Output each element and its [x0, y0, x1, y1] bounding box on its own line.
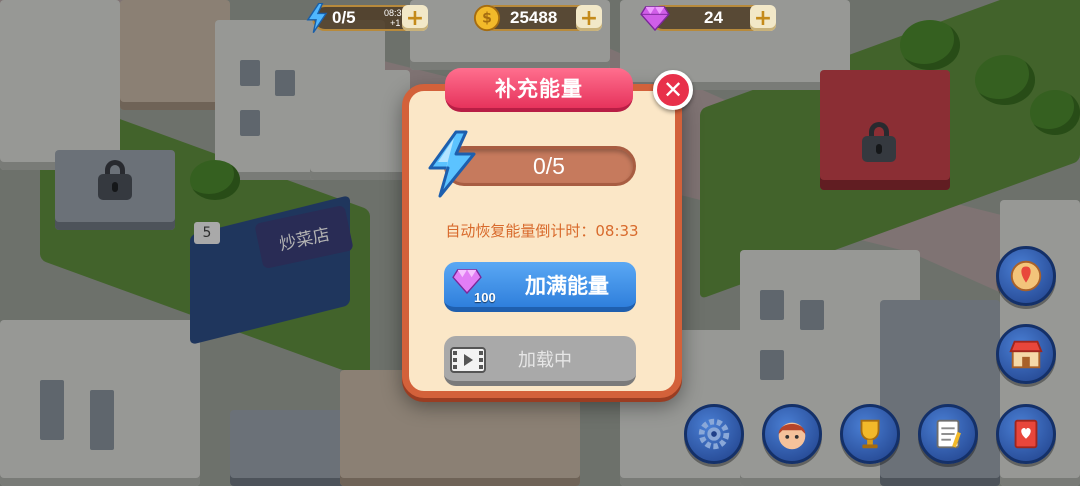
video-icon	[450, 347, 486, 373]
trophy-icon	[860, 419, 880, 449]
gem-counter: 24 +	[640, 5, 776, 31]
countdown-text: 自动恢复能量倒计时：08:33	[445, 222, 639, 240]
lightning-icon	[428, 130, 476, 198]
close-button[interactable]: ✕	[653, 70, 693, 110]
settings-gear-icon	[698, 418, 730, 450]
character-icon	[778, 422, 806, 450]
tasks-button[interactable]	[918, 404, 978, 464]
recipe-book-icon	[1014, 419, 1038, 449]
lightning-icon	[300, 1, 334, 35]
gem-icon	[638, 1, 672, 35]
character-button[interactable]	[762, 404, 822, 464]
coin-counter: $ 25488 +	[473, 4, 602, 32]
gem-cost-value: 100	[474, 290, 496, 305]
gem-value: 24	[704, 8, 723, 27]
shop-button[interactable]	[996, 324, 1056, 384]
add-energy-button[interactable]: +	[402, 5, 428, 31]
add-coins-button[interactable]: +	[576, 5, 602, 31]
map-pin-button[interactable]	[996, 246, 1056, 306]
watch-ad-label: 加载中	[518, 349, 572, 371]
close-icon: ✕	[662, 76, 684, 104]
map-pin-icon	[1010, 260, 1042, 292]
coin-icon: $	[470, 1, 504, 35]
recipe-book-button[interactable]	[996, 404, 1056, 464]
trophy-button[interactable]	[840, 404, 900, 464]
energy-counter: 0/5 08:33 +1 +	[306, 3, 428, 33]
shop-icon	[1009, 340, 1043, 369]
task-list-icon	[936, 419, 961, 449]
dialog-title: 补充能量	[445, 68, 633, 112]
svg-text:$: $	[482, 11, 492, 27]
fill-energy-label: 加满能量	[525, 273, 609, 298]
energy-value: 0/5	[332, 8, 356, 27]
gem-cost: 100	[452, 268, 512, 308]
coin-value: 25488	[510, 8, 558, 27]
add-gems-button[interactable]: +	[750, 5, 776, 31]
settings-button[interactable]	[684, 404, 744, 464]
